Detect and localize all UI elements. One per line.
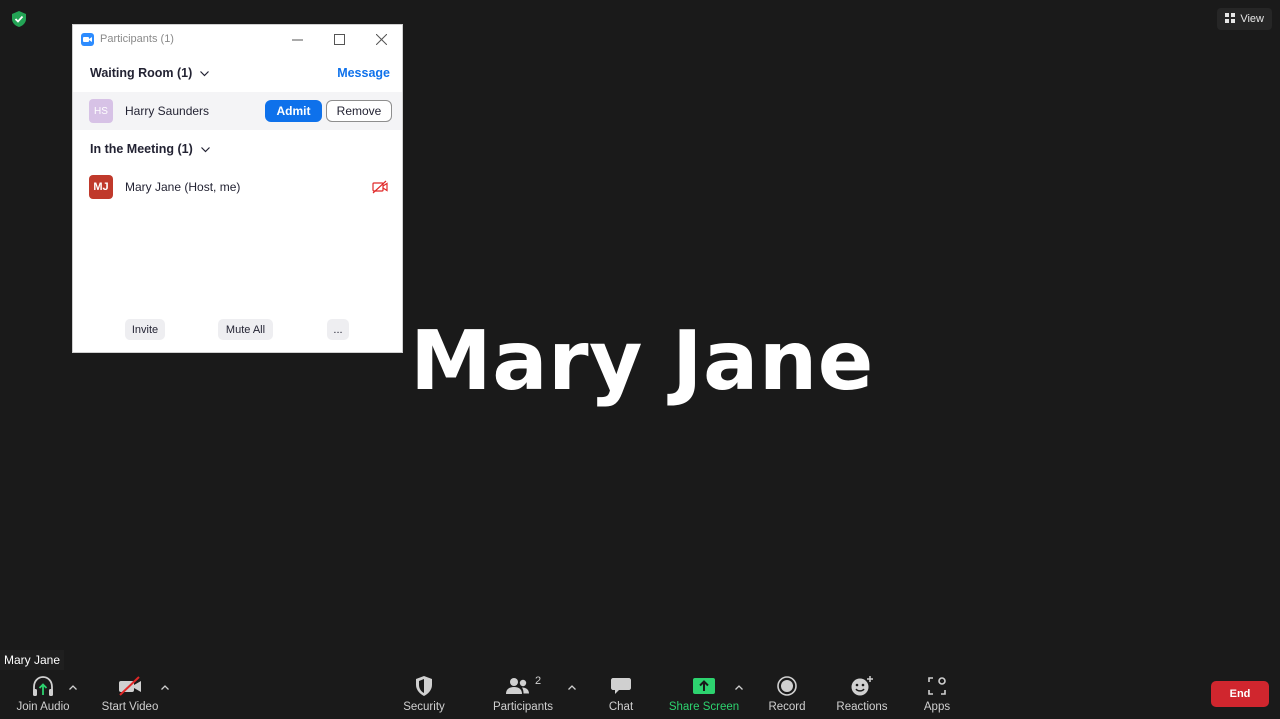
admit-button[interactable]: Admit xyxy=(265,100,322,122)
video-off-icon xyxy=(372,180,388,194)
share-screen-label: Share Screen xyxy=(668,701,740,713)
chat-label: Chat xyxy=(608,701,634,713)
reactions-button[interactable]: Reactions xyxy=(834,674,890,716)
encryption-shield-icon[interactable] xyxy=(10,10,28,28)
minimize-button[interactable] xyxy=(276,25,318,53)
meeting-stage: View Mary Jane Participants (1) Waiting … xyxy=(0,0,1280,719)
participants-window-title: Participants (1) xyxy=(100,33,174,45)
share-screen-icon xyxy=(692,674,716,698)
participants-count: 2 xyxy=(534,675,542,687)
share-options-caret-icon[interactable] xyxy=(734,680,744,690)
view-button-label: View xyxy=(1240,13,1264,25)
waiting-participant-row[interactable]: HS Harry Saunders Admit Remove xyxy=(73,92,402,130)
chevron-down-icon xyxy=(200,142,210,156)
end-meeting-button[interactable]: End xyxy=(1211,681,1269,707)
participants-window: Participants (1) Waiting Room (1) Messag… xyxy=(72,24,403,353)
share-screen-button[interactable]: Share Screen xyxy=(668,674,740,716)
chat-bubble-icon xyxy=(610,674,632,698)
start-video-label: Start Video xyxy=(101,701,159,713)
participants-button[interactable]: 2 Participants xyxy=(490,674,556,716)
more-options-button[interactable]: ... xyxy=(327,319,349,340)
security-label: Security xyxy=(403,701,445,713)
participants-titlebar: Participants (1) xyxy=(73,25,402,53)
meeting-participant-row[interactable]: MJ Mary Jane (Host, me) xyxy=(73,168,402,206)
in-meeting-header-label: In the Meeting (1) xyxy=(90,142,193,156)
security-button[interactable]: Security xyxy=(396,674,452,716)
avatar: HS xyxy=(89,99,113,123)
participants-options-caret-icon[interactable] xyxy=(567,680,577,690)
start-video-button[interactable]: Start Video xyxy=(100,674,160,716)
waiting-room-header[interactable]: Waiting Room (1) xyxy=(90,66,210,80)
smiley-plus-icon xyxy=(850,674,874,698)
join-audio-label: Join Audio xyxy=(16,701,70,713)
headphones-icon xyxy=(31,674,55,698)
zoom-app-icon xyxy=(81,32,94,46)
grid-icon xyxy=(1225,12,1236,26)
apps-label: Apps xyxy=(923,701,951,713)
close-button[interactable] xyxy=(360,25,402,53)
maximize-button[interactable] xyxy=(318,25,360,53)
apps-icon xyxy=(927,674,947,698)
participant-name: Mary Jane (Host, me) xyxy=(125,180,241,194)
view-button[interactable]: View xyxy=(1217,8,1272,30)
invite-button[interactable]: Invite xyxy=(125,319,165,340)
avatar: MJ xyxy=(89,175,113,199)
participant-name: Harry Saunders xyxy=(125,104,210,118)
shield-icon xyxy=(414,674,434,698)
people-icon: 2 xyxy=(505,674,541,698)
record-button[interactable]: Record xyxy=(764,674,810,716)
chevron-down-icon xyxy=(200,66,210,80)
record-label: Record xyxy=(768,701,806,713)
participants-label: Participants xyxy=(492,701,554,713)
self-name-tag: Mary Jane xyxy=(0,650,65,670)
record-icon xyxy=(776,674,798,698)
mute-all-button[interactable]: Mute All xyxy=(218,319,273,340)
audio-options-caret-icon[interactable] xyxy=(68,680,78,690)
reactions-label: Reactions xyxy=(836,701,888,713)
remove-button[interactable]: Remove xyxy=(326,100,392,122)
video-camera-off-icon xyxy=(117,674,143,698)
apps-button[interactable]: Apps xyxy=(917,674,957,716)
in-meeting-header[interactable]: In the Meeting (1) xyxy=(90,142,210,156)
message-waiting-room-link[interactable]: Message xyxy=(337,66,390,80)
waiting-room-header-label: Waiting Room (1) xyxy=(90,66,193,80)
video-options-caret-icon[interactable] xyxy=(160,680,170,690)
join-audio-button[interactable]: Join Audio xyxy=(13,674,73,716)
chat-button[interactable]: Chat xyxy=(600,674,642,716)
